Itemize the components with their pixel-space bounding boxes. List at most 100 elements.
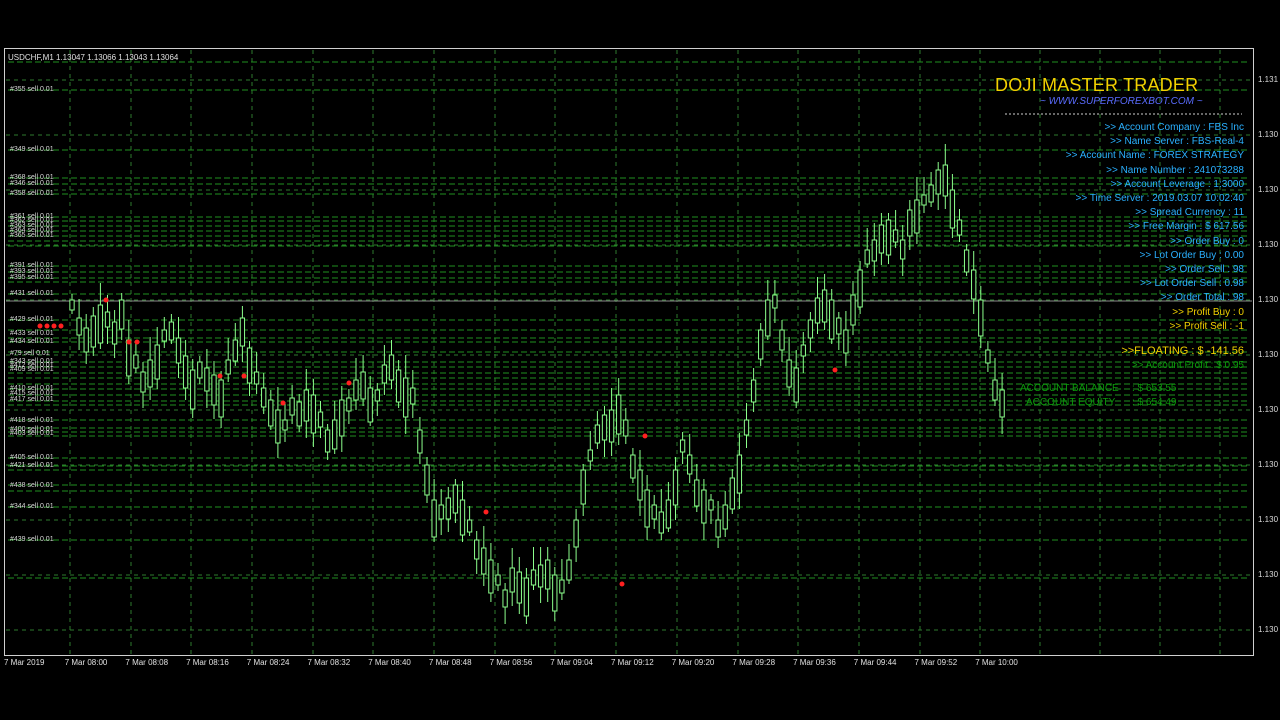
order-label: #349 sell 0.01 (10, 146, 54, 153)
candle-body (545, 559, 551, 590)
ea-info-line: >> Profit Buy : 0 (1172, 306, 1244, 318)
candle-body (857, 269, 863, 308)
price-tick: 1.130 (1258, 625, 1279, 634)
time-tick: 7 Mar 09:12 (611, 658, 654, 667)
candle-body (246, 347, 253, 384)
ea-info-line: >> Order Sell : 98 (1165, 264, 1244, 275)
candle-body (779, 329, 785, 351)
candle-body (69, 299, 75, 311)
candle-body (317, 411, 324, 428)
time-tick: 7 Mar 08:00 (64, 658, 108, 667)
ea-info-line: >> Free Margin : $ 617.56 (1128, 221, 1244, 233)
candle-body (126, 339, 132, 377)
time-tick: 7 Mar 09:36 (793, 658, 836, 667)
candle-body (239, 317, 246, 347)
order-label: #403 sell 0.01 (10, 430, 54, 437)
candle-body (381, 364, 388, 384)
candle-body (963, 249, 970, 273)
price-tick: 1.130 (1258, 295, 1279, 304)
candle-body (523, 577, 530, 617)
ea-info-line: >> Lot Order Buy : 0.00 (1139, 249, 1244, 261)
ea-info-line: >> Spread Currency : 11 (1135, 207, 1244, 219)
candle-body (339, 399, 345, 437)
time-tick: 7 Mar 08:24 (246, 658, 290, 667)
candle-body (282, 419, 288, 431)
floating-pl: >>FLOATING : $ -141.56 (1121, 345, 1244, 357)
candle-body (601, 414, 608, 441)
candle-body (488, 559, 494, 594)
candle-body (168, 321, 175, 341)
price-tick: 1.130 (1258, 130, 1279, 139)
candle-body (261, 387, 267, 408)
sell-marker (37, 323, 43, 329)
candle-body (104, 311, 111, 328)
candle-body (452, 484, 459, 514)
price-tick: 1.130 (1258, 240, 1279, 249)
candle-body (992, 379, 998, 401)
candle-body (658, 511, 664, 534)
candle-body (516, 571, 522, 604)
order-label: #79 sell 0.01 (10, 350, 50, 357)
candle-body (552, 574, 558, 612)
candle-body (999, 389, 1005, 418)
candle-body (949, 189, 956, 229)
ea-info-line: >> Lot Order Sell : 0.98 (1140, 278, 1244, 290)
order-label: #439 sell 0.01 (10, 536, 54, 543)
candle-body (410, 387, 416, 405)
price-tick: 1.130 (1258, 570, 1279, 579)
candle-body (864, 249, 870, 265)
candle-body (97, 304, 104, 344)
candle-body (154, 344, 160, 380)
candle-body (360, 371, 366, 400)
order-label: #418 sell 0.01 (10, 417, 54, 424)
candle-body (850, 294, 856, 326)
sell-marker (134, 339, 140, 345)
candle-body (608, 409, 615, 443)
candle-body (175, 337, 182, 364)
candle-body (310, 394, 317, 434)
sell-marker (241, 373, 247, 379)
time-tick: 7 Mar 08:40 (368, 658, 411, 667)
candle-body (580, 469, 586, 505)
candle-body (765, 299, 771, 337)
order-label: #346 sell 0.01 (10, 180, 54, 187)
order-label: #344 sell 0.01 (10, 503, 54, 510)
candle-body (836, 317, 842, 335)
time-tick: 7 Mar 08:08 (125, 658, 169, 667)
candle-body (722, 504, 728, 530)
sell-marker (44, 323, 50, 329)
candle-body (772, 294, 778, 309)
candle-body (289, 397, 295, 416)
order-label: #434 sell 0.01 (10, 338, 54, 345)
sell-marker (642, 433, 648, 439)
candle-body (729, 477, 735, 510)
order-label: #429 sell 0.01 (10, 316, 54, 323)
candle-body (821, 289, 828, 323)
ea-title: DOJI MASTER TRADER (995, 75, 1199, 95)
candle-body (687, 454, 693, 475)
candle-body (182, 355, 189, 389)
time-tick: 7 Mar 09:52 (914, 658, 958, 667)
time-tick: 7 Mar 08:48 (428, 658, 472, 667)
order-label: #433 sell 0.01 (10, 330, 54, 337)
ea-website: ~ WWW.SUPERFOREXBOT.COM ~ (1040, 96, 1203, 107)
candle-body (871, 239, 877, 262)
account-profit: >> Account Profit : $ 0.95 (1131, 360, 1244, 371)
candle-body (431, 499, 437, 538)
ea-info-line: >> Time Server : 2019.03.07 10:02:40 (1075, 193, 1244, 204)
candle-body (190, 369, 196, 410)
balance-label: ACCOUNT BALANCE (1020, 383, 1119, 394)
candle-body (367, 387, 373, 423)
candle-body (701, 489, 707, 524)
candle-body (502, 589, 508, 608)
ea-info-line: >> Account Company : FBS Inc (1104, 122, 1244, 133)
candle-body (403, 377, 409, 418)
candle-body (324, 429, 331, 453)
order-label: #409 sell 0.01 (10, 366, 54, 373)
candle-body (395, 369, 402, 403)
candle-body (466, 519, 473, 533)
candle-body (750, 379, 757, 403)
order-label: #431 sell 0.01 (10, 290, 54, 297)
candle-body (90, 315, 96, 348)
candle-body (616, 394, 622, 435)
